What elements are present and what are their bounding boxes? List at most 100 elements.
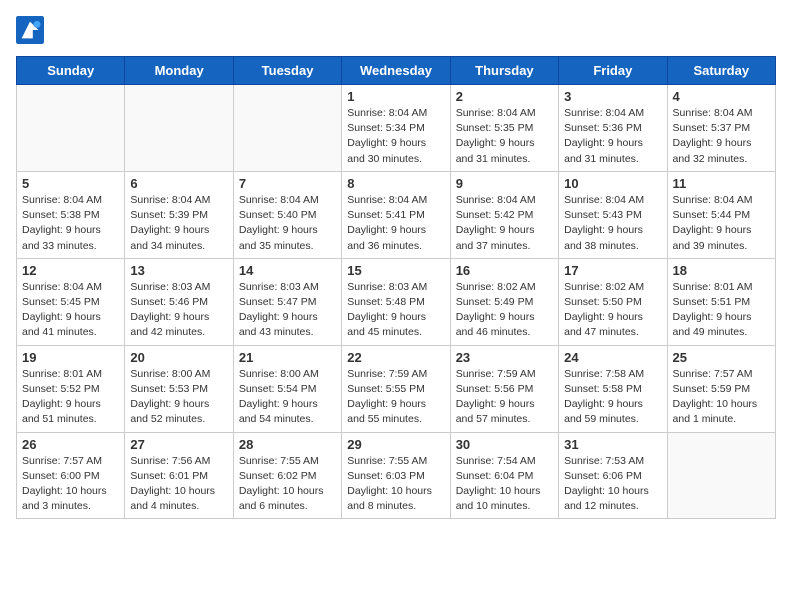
week-row-0: 1Sunrise: 8:04 AM Sunset: 5:34 PM Daylig… — [17, 85, 776, 172]
day-number: 1 — [347, 89, 444, 104]
day-info: Sunrise: 7:57 AM Sunset: 5:59 PM Dayligh… — [673, 367, 770, 428]
day-number: 18 — [673, 263, 770, 278]
day-info: Sunrise: 8:02 AM Sunset: 5:49 PM Dayligh… — [456, 280, 553, 341]
week-row-2: 12Sunrise: 8:04 AM Sunset: 5:45 PM Dayli… — [17, 258, 776, 345]
header-tuesday: Tuesday — [233, 57, 341, 85]
day-cell — [233, 85, 341, 172]
day-number: 5 — [22, 176, 119, 191]
day-info: Sunrise: 8:04 AM Sunset: 5:45 PM Dayligh… — [22, 280, 119, 341]
day-info: Sunrise: 8:04 AM Sunset: 5:40 PM Dayligh… — [239, 193, 336, 254]
day-cell: 18 Sunrise: 8:01 AM Sunset: 5:51 PM Dayli… — [667, 258, 775, 345]
day-cell: 8 Sunrise: 8:04 AM Sunset: 5:41 PM Daylig… — [342, 171, 450, 258]
day-info: Sunrise: 7:55 AM Sunset: 6:03 PM Dayligh… — [347, 454, 444, 515]
day-info: Sunrise: 8:04 AM Sunset: 5:35 PM Dayligh… — [456, 106, 553, 167]
day-cell: 4Sunrise: 8:04 AM Sunset: 5:37 PM Daylig… — [667, 85, 775, 172]
day-info: Sunrise: 8:03 AM Sunset: 5:46 PM Dayligh… — [130, 280, 227, 341]
day-info: Sunrise: 8:03 AM Sunset: 5:48 PM Dayligh… — [347, 280, 444, 341]
day-info: Sunrise: 7:58 AM Sunset: 5:58 PM Dayligh… — [564, 367, 661, 428]
day-cell: 28 Sunrise: 7:55 AM Sunset: 6:02 PM Dayli… — [233, 432, 341, 519]
day-cell: 27 Sunrise: 7:56 AM Sunset: 6:01 PM Dayli… — [125, 432, 233, 519]
header-saturday: Saturday — [667, 57, 775, 85]
day-info: Sunrise: 8:04 AM Sunset: 5:43 PM Dayligh… — [564, 193, 661, 254]
day-number: 19 — [22, 350, 119, 365]
day-info: Sunrise: 8:04 AM Sunset: 5:39 PM Dayligh… — [130, 193, 227, 254]
day-cell: 6 Sunrise: 8:04 AM Sunset: 5:39 PM Daylig… — [125, 171, 233, 258]
day-number: 17 — [564, 263, 661, 278]
day-number: 6 — [130, 176, 227, 191]
header-sunday: Sunday — [17, 57, 125, 85]
day-cell: 2Sunrise: 8:04 AM Sunset: 5:35 PM Daylig… — [450, 85, 558, 172]
day-info: Sunrise: 8:00 AM Sunset: 5:53 PM Dayligh… — [130, 367, 227, 428]
day-number: 8 — [347, 176, 444, 191]
day-cell: 22 Sunrise: 7:59 AM Sunset: 5:55 PM Dayli… — [342, 345, 450, 432]
day-cell: 11 Sunrise: 8:04 AM Sunset: 5:44 PM Dayli… — [667, 171, 775, 258]
day-info: Sunrise: 7:55 AM Sunset: 6:02 PM Dayligh… — [239, 454, 336, 515]
day-cell: 20Sunrise: 8:00 AM Sunset: 5:53 PM Dayli… — [125, 345, 233, 432]
day-cell: 17Sunrise: 8:02 AM Sunset: 5:50 PM Dayli… — [559, 258, 667, 345]
day-info: Sunrise: 8:01 AM Sunset: 5:52 PM Dayligh… — [22, 367, 119, 428]
day-cell: 5Sunrise: 8:04 AM Sunset: 5:38 PM Daylig… — [17, 171, 125, 258]
day-cell: 12Sunrise: 8:04 AM Sunset: 5:45 PM Dayli… — [17, 258, 125, 345]
day-info: Sunrise: 8:04 AM Sunset: 5:41 PM Dayligh… — [347, 193, 444, 254]
day-number: 16 — [456, 263, 553, 278]
day-cell: 3 Sunrise: 8:04 AM Sunset: 5:36 PM Daylig… — [559, 85, 667, 172]
calendar-table: SundayMondayTuesdayWednesdayThursdayFrid… — [16, 56, 776, 519]
day-cell — [17, 85, 125, 172]
day-number: 30 — [456, 437, 553, 452]
day-number: 23 — [456, 350, 553, 365]
day-info: Sunrise: 8:04 AM Sunset: 5:42 PM Dayligh… — [456, 193, 553, 254]
day-number: 13 — [130, 263, 227, 278]
day-number: 22 — [347, 350, 444, 365]
day-info: Sunrise: 7:53 AM Sunset: 6:06 PM Dayligh… — [564, 454, 661, 515]
day-number: 9 — [456, 176, 553, 191]
header-monday: Monday — [125, 57, 233, 85]
day-cell: 16 Sunrise: 8:02 AM Sunset: 5:49 PM Dayli… — [450, 258, 558, 345]
day-number: 31 — [564, 437, 661, 452]
day-cell — [125, 85, 233, 172]
day-cell: 9 Sunrise: 8:04 AM Sunset: 5:42 PM Daylig… — [450, 171, 558, 258]
day-info: Sunrise: 8:04 AM Sunset: 5:36 PM Dayligh… — [564, 106, 661, 167]
day-cell: 21Sunrise: 8:00 AM Sunset: 5:54 PM Dayli… — [233, 345, 341, 432]
day-cell: 30 Sunrise: 7:54 AM Sunset: 6:04 PM Dayli… — [450, 432, 558, 519]
day-number: 3 — [564, 89, 661, 104]
page-header — [16, 16, 776, 44]
day-number: 29 — [347, 437, 444, 452]
day-cell: 31 Sunrise: 7:53 AM Sunset: 6:06 PM Dayli… — [559, 432, 667, 519]
day-cell: 24 Sunrise: 7:58 AM Sunset: 5:58 PM Dayli… — [559, 345, 667, 432]
day-cell: 23 Sunrise: 7:59 AM Sunset: 5:56 PM Dayli… — [450, 345, 558, 432]
day-cell: 14Sunrise: 8:03 AM Sunset: 5:47 PM Dayli… — [233, 258, 341, 345]
day-cell: 29 Sunrise: 7:55 AM Sunset: 6:03 PM Dayli… — [342, 432, 450, 519]
day-cell: 7 Sunrise: 8:04 AM Sunset: 5:40 PM Daylig… — [233, 171, 341, 258]
day-info: Sunrise: 7:59 AM Sunset: 5:56 PM Dayligh… — [456, 367, 553, 428]
day-number: 28 — [239, 437, 336, 452]
calendar-header-row: SundayMondayTuesdayWednesdayThursdayFrid… — [17, 57, 776, 85]
header-thursday: Thursday — [450, 57, 558, 85]
day-cell: 13 Sunrise: 8:03 AM Sunset: 5:46 PM Dayli… — [125, 258, 233, 345]
day-number: 24 — [564, 350, 661, 365]
week-row-1: 5Sunrise: 8:04 AM Sunset: 5:38 PM Daylig… — [17, 171, 776, 258]
day-info: Sunrise: 7:56 AM Sunset: 6:01 PM Dayligh… — [130, 454, 227, 515]
week-row-4: 26Sunrise: 7:57 AM Sunset: 6:00 PM Dayli… — [17, 432, 776, 519]
day-number: 7 — [239, 176, 336, 191]
logo — [16, 16, 48, 44]
day-info: Sunrise: 7:57 AM Sunset: 6:00 PM Dayligh… — [22, 454, 119, 515]
day-number: 21 — [239, 350, 336, 365]
week-row-3: 19 Sunrise: 8:01 AM Sunset: 5:52 PM Dayli… — [17, 345, 776, 432]
day-info: Sunrise: 8:03 AM Sunset: 5:47 PM Dayligh… — [239, 280, 336, 341]
day-info: Sunrise: 7:59 AM Sunset: 5:55 PM Dayligh… — [347, 367, 444, 428]
day-cell: 26Sunrise: 7:57 AM Sunset: 6:00 PM Dayli… — [17, 432, 125, 519]
day-number: 15 — [347, 263, 444, 278]
day-info: Sunrise: 8:04 AM Sunset: 5:44 PM Dayligh… — [673, 193, 770, 254]
day-number: 25 — [673, 350, 770, 365]
day-info: Sunrise: 8:01 AM Sunset: 5:51 PM Dayligh… — [673, 280, 770, 341]
day-number: 11 — [673, 176, 770, 191]
day-number: 27 — [130, 437, 227, 452]
header-wednesday: Wednesday — [342, 57, 450, 85]
day-cell: 19 Sunrise: 8:01 AM Sunset: 5:52 PM Dayli… — [17, 345, 125, 432]
day-cell: 1Sunrise: 8:04 AM Sunset: 5:34 PM Daylig… — [342, 85, 450, 172]
day-info: Sunrise: 8:04 AM Sunset: 5:37 PM Dayligh… — [673, 106, 770, 167]
day-cell: 10 Sunrise: 8:04 AM Sunset: 5:43 PM Dayli… — [559, 171, 667, 258]
day-number: 10 — [564, 176, 661, 191]
day-cell: 15 Sunrise: 8:03 AM Sunset: 5:48 PM Dayli… — [342, 258, 450, 345]
day-info: Sunrise: 7:54 AM Sunset: 6:04 PM Dayligh… — [456, 454, 553, 515]
